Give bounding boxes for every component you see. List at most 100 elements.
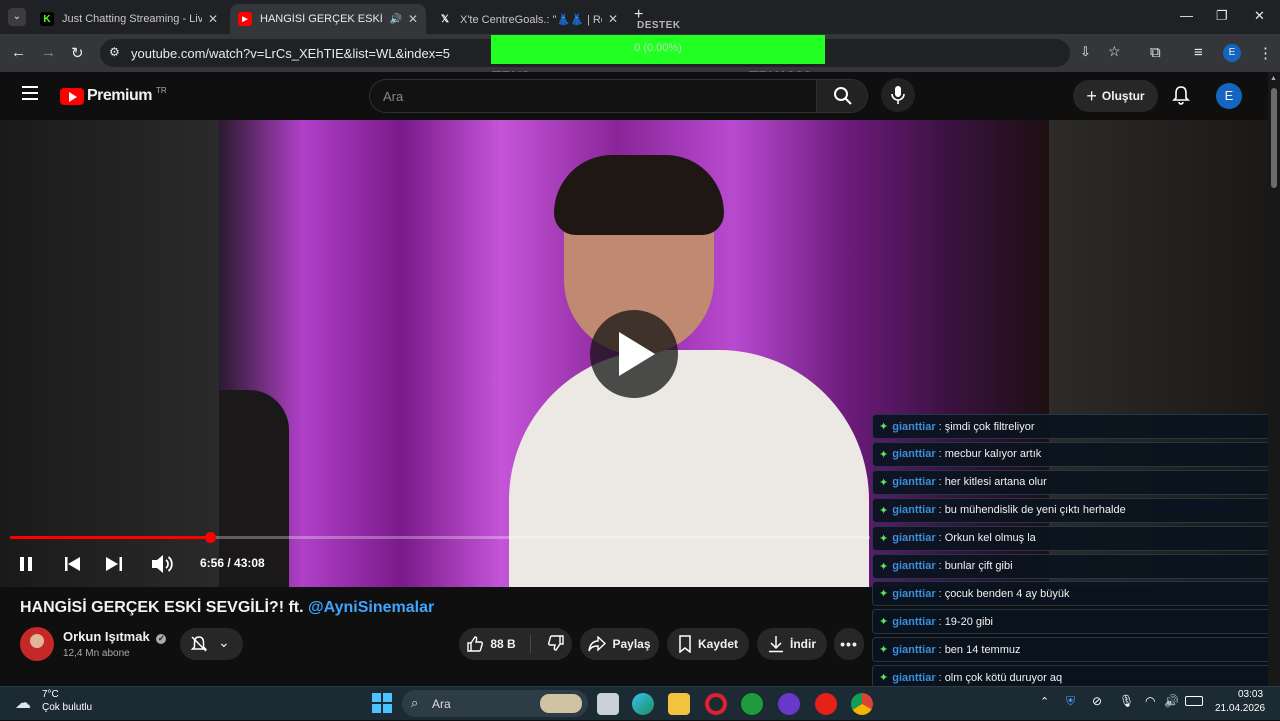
previous-icon — [65, 557, 80, 571]
chat-text: çocuk benden 4 ay büyük — [944, 587, 1070, 600]
tab-title: HANGİSİ GERÇEK ESKİ SEVG — [260, 13, 383, 25]
scroll-up-arrow[interactable]: ▲ — [1270, 75, 1277, 82]
thumbs-up-icon — [467, 636, 484, 652]
defender-icon[interactable]: ⛨ — [1066, 694, 1075, 709]
youtube-icon: ▶ — [238, 12, 252, 26]
weather-widget[interactable]: ☁ 7°C Çok bulutlu — [0, 687, 110, 721]
chat-text: 19-20 gibi — [944, 615, 994, 628]
clock-date[interactable]: 21.04.2026 — [1215, 703, 1265, 714]
battery-icon[interactable] — [1185, 696, 1203, 706]
youtube-header: Premium TR Ara + Oluştur E — [0, 72, 1268, 120]
back-icon[interactable]: ← — [11, 44, 26, 61]
close-tab-icon[interactable]: ✕ — [208, 12, 218, 26]
previous-button[interactable] — [65, 557, 81, 576]
search-input[interactable]: Ara — [369, 79, 817, 113]
tab-youtube[interactable]: ▶ HANGİSİ GERÇEK ESKİ SEVG 🔊 ✕ — [230, 4, 426, 34]
scrollbar-thumb[interactable] — [1271, 88, 1277, 188]
task-view-icon[interactable] — [597, 693, 619, 715]
volume-button[interactable] — [152, 554, 174, 579]
create-button[interactable]: + Oluştur — [1073, 80, 1158, 112]
user-avatar[interactable]: E — [1216, 83, 1242, 109]
progress-bar[interactable] — [10, 532, 870, 543]
chat-badge-icon: ✦ — [879, 644, 889, 657]
tab-search-button[interactable]: ⌄ — [8, 8, 26, 26]
chat-username: gianttiar — [892, 532, 936, 545]
chat-badge-icon: ✦ — [879, 616, 889, 629]
vpn-app-icon[interactable] — [778, 693, 800, 715]
chat-message: ✦ gianttiar: şimdi çok filtreliyor — [872, 414, 1278, 439]
center-play-button[interactable] — [590, 310, 678, 398]
opera-icon[interactable] — [705, 693, 727, 715]
minimize-icon[interactable]: — — [1180, 8, 1193, 23]
notifications-bell-icon[interactable] — [1172, 85, 1190, 110]
search-highlight-image — [540, 694, 582, 713]
chat-text: bunlar çift gibi — [944, 560, 1013, 572]
youtube-music-icon[interactable] — [815, 693, 837, 715]
close-tab-icon[interactable]: ✕ — [608, 12, 618, 26]
speaker-icon[interactable]: 🔊 — [389, 14, 401, 25]
clock-time[interactable]: 03:03 — [1238, 689, 1263, 700]
install-app-icon[interactable]: ⇩ — [1080, 44, 1091, 60]
youtube-play-logo-icon — [60, 87, 84, 105]
bookmark-icon — [679, 635, 691, 653]
youtube-logo[interactable]: Premium TR — [60, 86, 167, 105]
forward-icon[interactable]: → — [41, 44, 56, 61]
thumbs-down-icon — [547, 634, 564, 651]
network-off-icon[interactable]: ⊘ — [1092, 694, 1102, 708]
tab-x[interactable]: 𝕏 X'te CentreGoals.: "👗👗 | Real ✕ — [430, 4, 626, 34]
download-button[interactable]: İndir — [757, 628, 827, 660]
dislike-button[interactable] — [537, 634, 565, 655]
voice-search-button[interactable] — [881, 78, 915, 112]
chat-username: gianttiar — [892, 476, 936, 489]
subscription-bell-button[interactable]: ⌄ — [180, 628, 243, 660]
bookmark-star-icon[interactable]: ☆ — [1108, 43, 1121, 60]
chat-separator: : — [938, 476, 942, 489]
mention-link[interactable]: @AyniSinemalar — [308, 599, 434, 616]
next-button[interactable] — [106, 557, 122, 576]
share-button[interactable]: Paylaş — [580, 628, 659, 660]
wifi-icon[interactable]: ◠ — [1145, 694, 1155, 708]
x-icon: 𝕏 — [440, 13, 450, 25]
tab-kick[interactable]: K Just Chatting Streaming - Live S ✕ — [32, 4, 226, 34]
restore-icon[interactable]: ❐ — [1216, 8, 1228, 24]
hamburger-menu-icon[interactable] — [22, 86, 38, 100]
close-tab-icon[interactable]: ✕ — [408, 12, 418, 26]
donation-goal-bar: 0 (0.00%) — [491, 35, 825, 64]
profile-avatar[interactable]: E — [1223, 44, 1241, 62]
more-actions-button[interactable]: ••• — [834, 628, 864, 660]
media-control-icon[interactable]: ≡ — [1194, 44, 1203, 61]
file-explorer-icon[interactable] — [668, 693, 690, 715]
save-button[interactable]: Kaydet — [667, 628, 749, 660]
like-button[interactable]: 88 B — [466, 635, 531, 653]
chat-badge-icon: ✦ — [879, 504, 889, 517]
reload-icon[interactable]: ↻ — [71, 44, 84, 62]
show-hidden-icons-icon[interactable]: ⌃ — [1040, 695, 1049, 708]
search-button[interactable] — [816, 79, 868, 113]
edge-icon[interactable] — [632, 693, 654, 715]
microphone-icon[interactable]: 🎙 — [1119, 694, 1134, 708]
chrome-icon[interactable] — [851, 693, 873, 715]
like-count: 88 B — [490, 637, 516, 651]
chat-username: gianttiar — [892, 587, 936, 600]
chat-badge-icon: ✦ — [879, 448, 889, 461]
video-title: HANGİSİ GERÇEK ESKİ SEVGİLİ?! ft. @AyniS… — [20, 599, 434, 617]
temperature: 7°C — [42, 689, 59, 700]
site-info-icon[interactable]: ⚙ — [109, 45, 120, 59]
menu-icon[interactable]: ⋮ — [1258, 44, 1273, 62]
taskbar-search[interactable]: ⌕ Ara — [402, 690, 588, 717]
channel-name[interactable]: Orkun Işıtmak ✓ — [63, 629, 167, 644]
page-scrollbar[interactable]: ▲ — [1268, 72, 1280, 686]
chat-separator: : — [938, 504, 942, 517]
verified-badge-icon: ✓ — [156, 634, 167, 644]
person-figure — [509, 350, 869, 587]
channel-avatar[interactable] — [20, 627, 54, 661]
start-button[interactable] — [372, 693, 392, 713]
xbox-icon[interactable] — [741, 693, 763, 715]
windows-taskbar: ☁ 7°C Çok bulutlu ⌕ Ara ⌃ ⛨ ⊘ 🎙 ◠ 🔊 03:0… — [0, 686, 1280, 720]
chat-separator: : — [938, 671, 942, 684]
pause-button[interactable] — [20, 557, 34, 571]
close-window-icon[interactable]: ✕ — [1254, 8, 1265, 24]
speaker-icon[interactable]: 🔊 — [1164, 694, 1179, 708]
chat-separator: : — [938, 448, 942, 461]
extensions-icon[interactable]: ⧉ — [1150, 44, 1161, 61]
